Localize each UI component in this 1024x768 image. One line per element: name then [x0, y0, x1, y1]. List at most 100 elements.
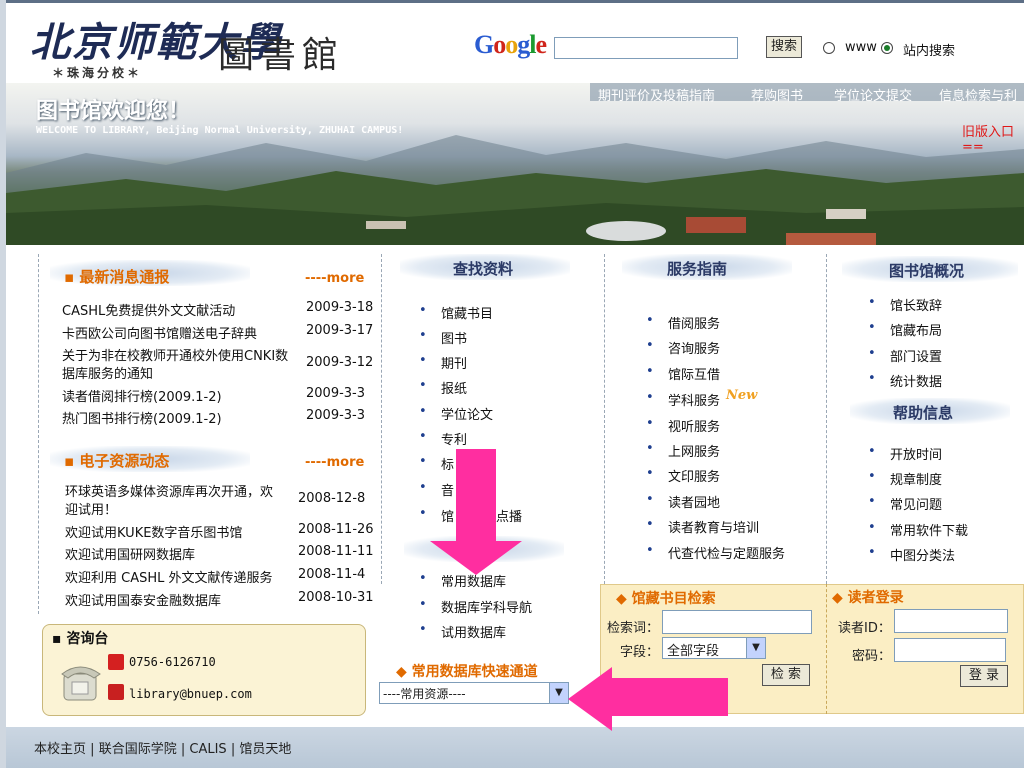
keyword-label: 检索词： [607, 621, 660, 636]
nav-info-retrieval[interactable]: 信息检索与利 [939, 85, 1017, 104]
footer-links: 本校主页 | 联合国际学院 | CALIS | 馆员天地 [34, 738, 291, 757]
footer-separator: | [180, 742, 186, 757]
column-divider [38, 254, 40, 614]
footer-link-home[interactable]: 本校主页 [34, 742, 86, 757]
eres-item[interactable]: 欢迎试用国研网数据库 [65, 544, 195, 563]
service-item[interactable]: 咨询服务 [646, 338, 720, 357]
db-item-trial[interactable]: 试用数据库 [419, 622, 506, 641]
campus-banner-image: 期刊评价及投稿指南 荐购图书 学位论文提交 信息检索与利 图书馆欢迎您！ WEL… [6, 83, 1024, 245]
column-divider [381, 254, 383, 584]
reader-id-input[interactable] [894, 609, 1008, 633]
nav-journal-guide[interactable]: 期刊评价及投稿指南 [598, 85, 715, 104]
login-heading-text: 读者登录 [847, 590, 904, 606]
news-more-link[interactable]: ----more [305, 271, 364, 286]
eres-item[interactable]: 欢迎试用KUKE数字音乐图书馆 [65, 522, 242, 541]
find-item-standards[interactable]: 标 [419, 454, 454, 473]
eres-item[interactable]: 环球英语多媒体资源库再次开通，欢 [65, 481, 273, 500]
service-item[interactable]: 视听服务 [646, 416, 720, 435]
quick-access-select[interactable]: ----常用资源---- ▼ [379, 682, 569, 704]
quick-access-heading-text: 常用数据库快速通道 [411, 664, 538, 680]
eres-item-continued[interactable]: 迎试用！ [65, 499, 117, 518]
nav-book-recommend[interactable]: 荐购图书 [751, 85, 803, 104]
consult-email[interactable]: library@bnuep.com [129, 687, 252, 701]
service-item[interactable]: 读者园地 [646, 492, 720, 511]
field-select-value: 全部字段 [667, 644, 720, 659]
news-item[interactable]: 卡西欧公司向图书馆赠送电子辞典 [62, 323, 257, 342]
eres-date: 2008-11-26 [298, 522, 374, 537]
google-search-input[interactable] [554, 37, 738, 59]
help-item[interactable]: 常用软件下载 [868, 520, 968, 539]
news-date: 2009-3-12 [306, 355, 374, 370]
overview-item[interactable]: 统计数据 [868, 371, 942, 390]
overview-heading: 图书馆概况 [889, 262, 965, 280]
find-heading: 查找资料 [453, 260, 514, 278]
eres-more-text: more [326, 455, 365, 470]
find-item-audio[interactable]: 音 [419, 480, 454, 499]
login-button[interactable]: 登 录 [960, 665, 1008, 687]
eres-heading: ▪ 电子资源动态 [64, 452, 170, 470]
eres-item[interactable]: 欢迎利用 CASHL 外文文献传递服务 [65, 567, 273, 586]
find-item-catalog[interactable]: 馆藏书目 [419, 303, 493, 322]
find-item-patents[interactable]: 专利 [419, 429, 467, 448]
eres-item[interactable]: 欢迎试用国泰安金融数据库 [65, 590, 221, 609]
field-select[interactable]: 全部字段 ▼ [662, 637, 766, 659]
service-item[interactable]: 文印服务 [646, 466, 720, 485]
news-item[interactable]: 热门图书排行榜(2009.1-2) [62, 408, 222, 427]
find-item-journals[interactable]: 期刊 [419, 353, 467, 372]
service-item[interactable]: 学科服务 [646, 390, 720, 409]
overview-item[interactable]: 馆长致辞 [868, 295, 942, 314]
catalog-search-button[interactable]: 检 索 [762, 664, 810, 686]
radio-www[interactable] [823, 42, 835, 54]
footer-link-uic[interactable]: 联合国际学院 [99, 742, 177, 757]
footer-link-staff[interactable]: 馆员天地 [239, 742, 291, 757]
column-divider [604, 254, 606, 584]
service-item[interactable]: 上网服务 [646, 441, 720, 460]
eres-date: 2008-11-4 [298, 567, 366, 582]
service-item[interactable]: 借阅服务 [646, 313, 720, 332]
chevron-down-icon[interactable]: ▼ [746, 638, 765, 658]
find-item-vod[interactable]: 馆 [419, 506, 454, 525]
find-item-theses[interactable]: 学位论文 [419, 404, 493, 423]
phone-icon [108, 654, 124, 670]
help-item[interactable]: 开放时间 [868, 444, 942, 463]
help-item[interactable]: 常见问题 [868, 494, 942, 513]
google-search-button[interactable]: 搜索 [766, 36, 802, 58]
help-item[interactable]: 中图分类法 [868, 545, 955, 564]
help-item[interactable]: 规章制度 [868, 469, 942, 488]
chevron-down-icon[interactable]: ▼ [549, 683, 568, 703]
find-item-books[interactable]: 图书 [419, 328, 467, 347]
footer-link-calis[interactable]: CALIS [189, 742, 226, 757]
keyword-input[interactable] [662, 610, 812, 634]
overview-item[interactable]: 馆藏布局 [868, 320, 942, 339]
news-date: 2009-3-17 [306, 323, 374, 338]
reader-id-label: 读者ID： [838, 621, 891, 636]
old-version-link[interactable]: 旧版入口== [962, 121, 1024, 155]
google-logo: Google [474, 30, 547, 60]
db-item-subject-nav[interactable]: 数据库学科导航 [419, 597, 532, 616]
service-item[interactable]: 代查代检与定题服务 [646, 543, 785, 562]
password-label: 密码： [852, 649, 892, 664]
news-item[interactable]: 关于为非在校教师开通校外使用CNKI数 [62, 345, 288, 364]
news-heading-text: 最新消息通报 [79, 268, 170, 286]
login-heading: ◆ 读者登录 [832, 590, 904, 606]
service-item[interactable]: 馆际互借 [646, 364, 720, 383]
nav-thesis-submit[interactable]: 学位论文提交 [834, 85, 912, 104]
eres-more-link[interactable]: ----more [305, 455, 364, 470]
service-heading: 服务指南 [667, 260, 728, 278]
overview-item[interactable]: 部门设置 [868, 346, 942, 365]
eres-date: 2008-10-31 [298, 590, 374, 605]
news-item[interactable]: CASHL免费提供外文文献活动 [62, 300, 235, 319]
new-badge: New [726, 388, 758, 403]
catalog-heading: ◆ 馆藏书目检索 [616, 591, 716, 607]
service-item[interactable]: 读者教育与培训 [646, 517, 759, 536]
radio-site-search[interactable] [881, 42, 893, 54]
find-item-newspapers[interactable]: 报纸 [419, 378, 467, 397]
news-item-continued[interactable]: 据库服务的通知 [62, 363, 153, 382]
pink-left-arrow-shaft [610, 678, 728, 716]
radio-site-search-label: 站内搜索 [903, 44, 956, 59]
footer-separator: | [90, 742, 95, 757]
password-input[interactable] [894, 638, 1006, 662]
news-item[interactable]: 读者借阅排行榜(2009.1-2) [62, 386, 222, 405]
welcome-title: 图书馆欢迎您！ [36, 99, 191, 124]
find-item-vod-suffix[interactable]: 点播 [496, 506, 522, 525]
